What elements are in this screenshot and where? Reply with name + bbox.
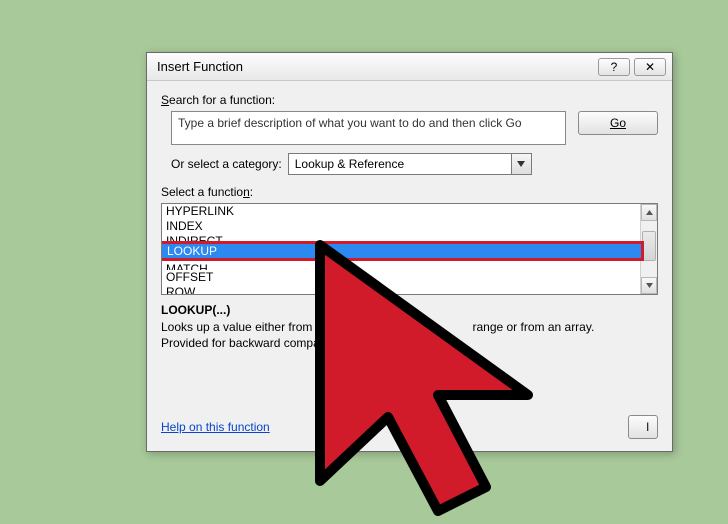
search-input[interactable]: Type a brief description of what you wan… [171,111,566,145]
function-listbox[interactable]: HYPERLINK INDEX INDIRECT MATCH OFFSET RO… [161,203,658,295]
dialog-footer: Help on this function OK l [161,415,658,439]
category-value: Lookup & Reference [295,157,404,171]
help-icon: ? [611,60,618,74]
dialog-content: Search for a function: Type a brief desc… [147,81,672,359]
list-item[interactable]: MATCH [162,262,640,270]
help-link[interactable]: Help on this function [161,420,270,434]
scroll-up-button[interactable] [641,204,657,221]
chevron-down-icon [511,154,531,174]
insert-function-dialog: Insert Function ? ✕ Search for a functio… [146,52,673,452]
close-icon: ✕ [645,60,655,74]
description-text: Looks up a value either from a one range… [161,319,641,351]
scroll-thumb[interactable] [642,231,656,261]
function-list-label: Select a function: [161,185,658,199]
list-item[interactable]: ROW [162,285,640,295]
category-combo[interactable]: Lookup & Reference [288,153,532,175]
titlebar: Insert Function ? ✕ [147,53,672,81]
search-row: Type a brief description of what you wan… [171,111,658,145]
list-item-selected[interactable]: LOOKUP [161,241,644,261]
cancel-button[interactable]: l [628,415,658,439]
description-block: LOOKUP(...) Looks up a value either from… [161,303,658,351]
list-item[interactable]: INDEX [162,219,640,234]
help-button[interactable]: ? [598,58,630,76]
list-item[interactable]: HYPERLINK [162,204,640,219]
description-title: LOOKUP(...) [161,303,658,317]
dialog-title: Insert Function [157,59,594,74]
go-button[interactable]: Go [578,111,658,135]
close-button[interactable]: ✕ [634,58,666,76]
function-listbox-wrap: HYPERLINK INDEX INDIRECT MATCH OFFSET RO… [161,203,658,295]
search-label: Search for a function: [161,93,658,107]
scroll-down-button[interactable] [641,277,657,294]
category-row: Or select a category: Lookup & Reference [171,153,658,175]
list-item[interactable]: OFFSET [162,270,640,285]
category-label: Or select a category: [171,157,282,171]
